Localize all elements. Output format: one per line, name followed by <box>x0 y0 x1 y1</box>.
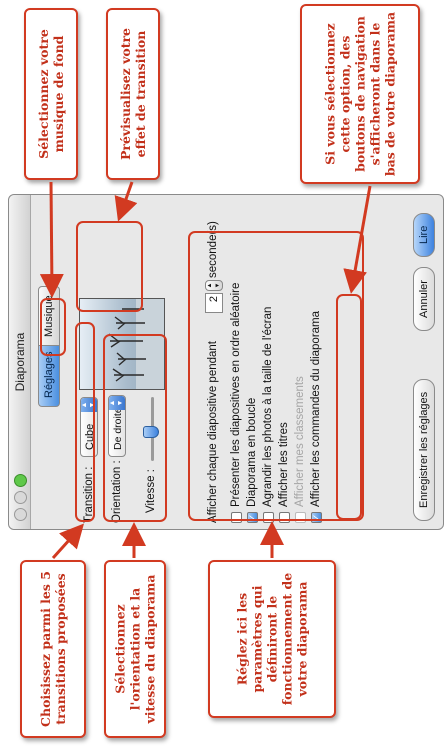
annotation-arrows <box>39 181 372 560</box>
